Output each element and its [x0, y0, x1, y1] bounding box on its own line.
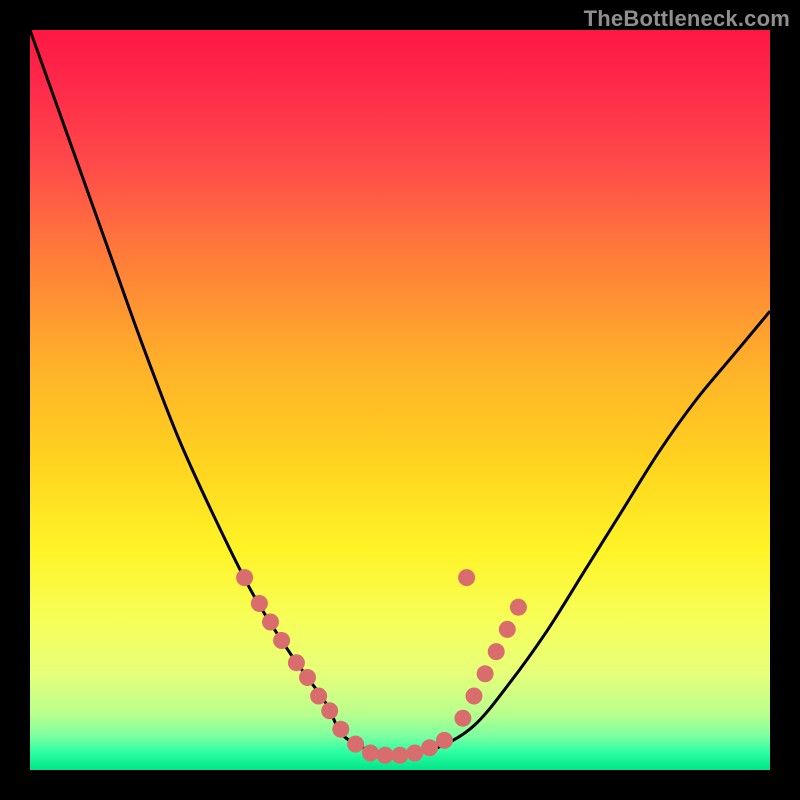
- curve-marker: [299, 669, 316, 686]
- curve-marker: [273, 632, 290, 649]
- curve-marker: [436, 732, 453, 749]
- curve-marker: [377, 747, 394, 764]
- curve-marker: [288, 654, 305, 671]
- curve-marker: [488, 643, 505, 660]
- curve-marker: [454, 710, 471, 727]
- curve-marker: [262, 614, 279, 631]
- curve-marker: [466, 688, 483, 705]
- gradient-background: [30, 30, 770, 770]
- curve-marker: [510, 599, 527, 616]
- curve-marker: [347, 736, 364, 753]
- curve-marker: [458, 569, 475, 586]
- watermark-text: TheBottleneck.com: [584, 6, 790, 32]
- curve-marker: [421, 739, 438, 756]
- curve-marker: [332, 721, 349, 738]
- curve-marker: [251, 595, 268, 612]
- chart-frame: [30, 30, 770, 770]
- curve-marker: [236, 569, 253, 586]
- curve-marker: [477, 665, 494, 682]
- curve-marker: [310, 688, 327, 705]
- curve-marker: [392, 747, 409, 764]
- curve-marker: [499, 621, 516, 638]
- curve-marker: [406, 744, 423, 761]
- curve-marker: [321, 702, 338, 719]
- bottleneck-chart: [30, 30, 770, 770]
- curve-marker: [362, 744, 379, 761]
